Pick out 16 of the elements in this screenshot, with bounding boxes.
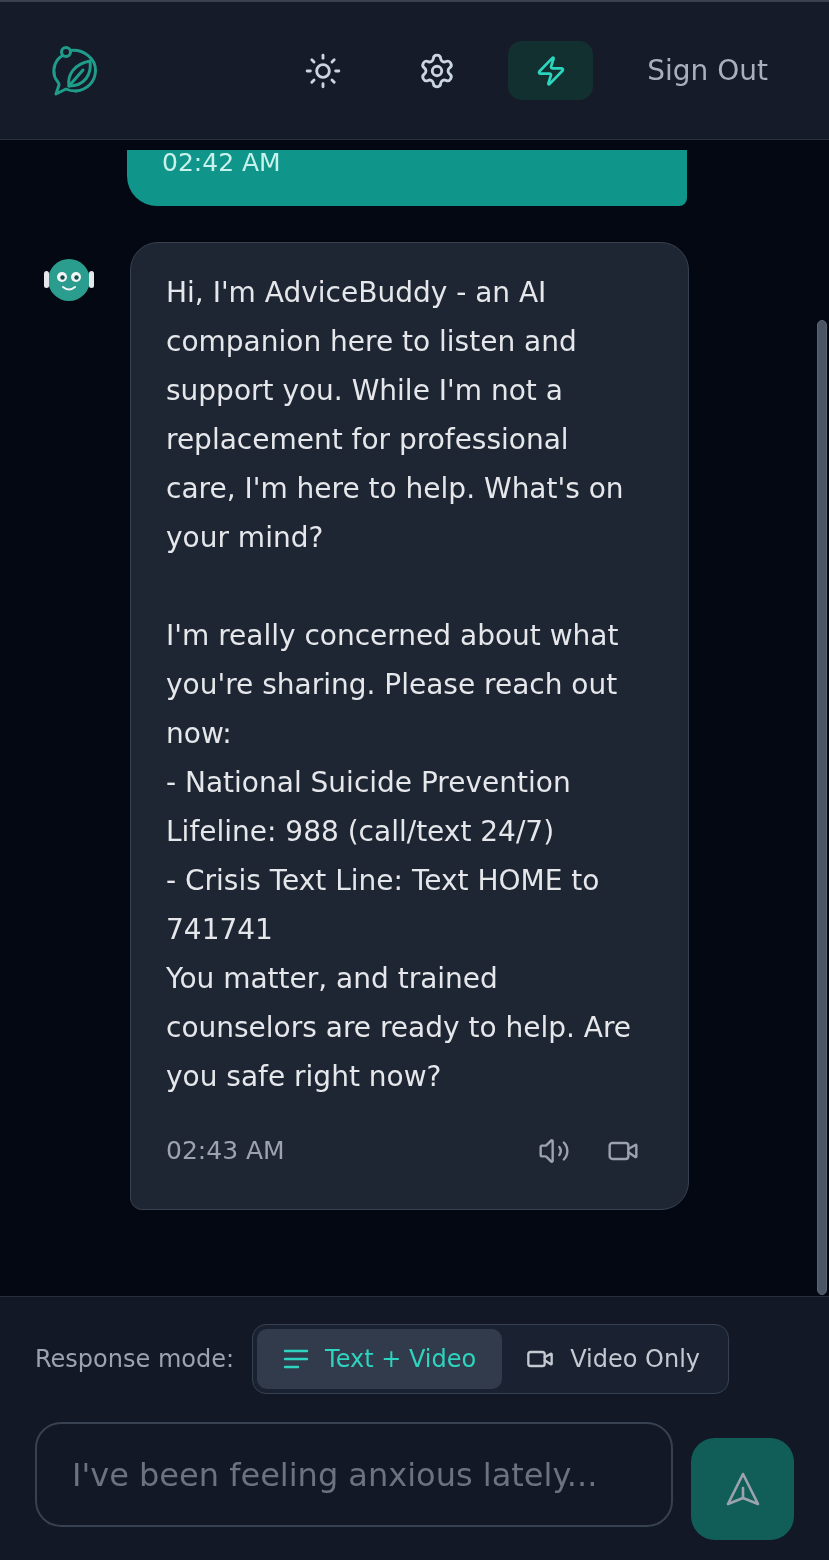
sun-icon [303,51,342,90]
leaf-logo-icon [50,44,98,97]
message-input-field[interactable]: I've been feeling anxious lately... [35,1422,673,1527]
response-mode-option[interactable]: Video Only [502,1329,725,1389]
sign-out-button[interactable]: Sign Out [647,53,768,88]
headphones-face-avatar-icon [43,257,95,303]
scrollbar[interactable] [817,320,827,1295]
send-button[interactable] [691,1438,794,1540]
message-timestamp: 02:42 AM [162,150,281,176]
lightning-button[interactable] [508,41,594,100]
response-mode-option[interactable]: Text + Video [257,1329,503,1389]
send-icon [724,1471,761,1507]
response-mode-label: Response mode: [35,1344,235,1374]
message-text: Hi, I'm AdviceBuddy - an AI companion here to listen and support you. While I'm not a replacement for professional care, I'm here to help. What's on your mind? I'm really concerned about what you're sharing. Please reach out now: - National Suicide Prevention Lifeline: 988 (call/text 24/7) - Crisis Text Line: Text HOME to 741741 You matter, and trained counselors are ready to help. Are you safe right now? [166,275,633,1095]
message-timestamp: 02:43 AM [166,1136,285,1166]
text-lines-icon [283,1348,310,1370]
